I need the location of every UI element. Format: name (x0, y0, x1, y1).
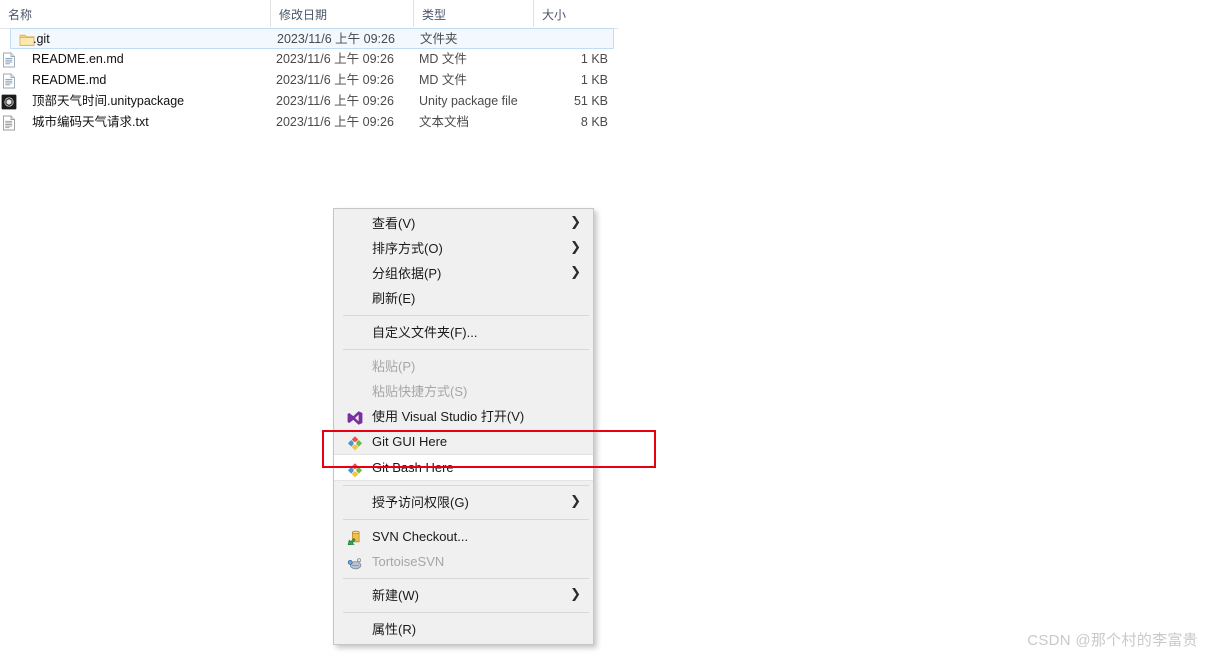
file-type-cell: Unity package file (419, 94, 518, 108)
file-size-cell (528, 29, 609, 50)
menu-item-label: 粘贴(P) (372, 359, 416, 374)
menu-item-label: 自定义文件夹(F)... (372, 325, 478, 340)
menu-item-v[interactable]: 查看(V) ❯ (334, 211, 593, 236)
menu-item-e[interactable]: 刷新(E) (334, 286, 593, 311)
menu-item-label: 授予访问权限(G) (372, 495, 469, 510)
column-header-type-label: 类型 (422, 8, 447, 22)
column-header-size-label: 大小 (542, 8, 567, 22)
column-header-type[interactable]: 类型 (413, 0, 533, 27)
menu-item-label: 使用 Visual Studio 打开(V) (372, 409, 525, 424)
file-row[interactable]: 城市编码天气请求.txt 2023/11/6 上午 09:26 文本文档 8 KB (0, 112, 618, 133)
menu-item-visual-studio-v[interactable]: 使用 Visual Studio 打开(V) (334, 404, 593, 429)
menu-item-f[interactable]: 自定义文件夹(F)... (334, 320, 593, 345)
file-row[interactable]: README.en.md 2023/11/6 上午 09:26 MD 文件 1 KB (0, 49, 618, 70)
visual-studio-icon (347, 409, 363, 425)
column-header-size[interactable]: 大小 (533, 0, 618, 27)
file-name-cell: .git (33, 32, 50, 46)
menu-item-tortoisesvn: TortoiseSVN (334, 549, 593, 574)
file-date-cell: 2023/11/6 上午 09:26 (276, 94, 394, 108)
file-date-cell: 2023/11/6 上午 09:26 (276, 73, 394, 87)
chevron-right-icon: ❯ (570, 240, 581, 255)
menu-item-label: 排序方式(O) (372, 241, 443, 256)
column-header-name[interactable]: 名称 ^ (0, 0, 270, 27)
menu-separator (343, 485, 589, 486)
file-type-cell: 文本文档 (419, 115, 470, 129)
menu-item-label: 新建(W) (372, 588, 419, 603)
menu-item-label: Git Bash Here (372, 460, 454, 475)
sort-ascending-icon: ^ (140, 0, 152, 9)
svn-checkout-icon (347, 529, 363, 545)
menu-item-g[interactable]: 授予访问权限(G) ❯ (334, 490, 593, 515)
column-header-date[interactable]: 修改日期 (270, 0, 413, 27)
file-size-cell: 8 KB (580, 115, 608, 129)
menu-item-label: SVN Checkout... (372, 529, 469, 544)
menu-separator (343, 349, 589, 350)
file-size-cell: 1 KB (580, 73, 608, 87)
folder-context-menu[interactable]: 查看(V) ❯ 排序方式(O) ❯ 分组依据(P) ❯ 刷新(E) 自定义文件夹(F)... 粘… (333, 208, 594, 645)
menu-separator (343, 578, 589, 579)
chevron-right-icon: ❯ (570, 494, 581, 509)
menu-item-label: TortoiseSVN (372, 554, 445, 569)
menu-item-r[interactable]: 属性(R) (334, 617, 593, 642)
menu-item-p: 粘贴(P) (334, 354, 593, 379)
git-icon (347, 461, 363, 478)
file-date-cell: 2023/11/6 上午 09:26 (276, 115, 394, 129)
menu-item-label: 查看(V) (372, 216, 416, 231)
watermark-text: CSDN @那个村的李富贵 (1027, 632, 1198, 649)
file-date-cell: 2023/11/6 上午 09:26 (276, 52, 394, 66)
chevron-right-icon: ❯ (570, 215, 581, 230)
tortoise-svn-icon (347, 554, 363, 570)
file-name-cell: 顶部天气时间.unitypackage (32, 94, 185, 108)
menu-separator (343, 612, 589, 613)
chevron-right-icon: ❯ (570, 265, 581, 280)
file-name-cell: 城市编码天气请求.txt (32, 115, 149, 129)
menu-item-label: 属性(R) (372, 622, 417, 637)
column-header-date-label: 修改日期 (279, 8, 328, 22)
file-type-cell: 文件夹 (420, 32, 458, 46)
menu-item-o[interactable]: 排序方式(O) ❯ (334, 236, 593, 261)
git-icon (347, 434, 363, 451)
file-list-header: 名称 ^ 修改日期 类型 大小 (0, 0, 618, 29)
menu-item-label: Git GUI Here (372, 434, 448, 449)
file-size-cell: 51 KB (573, 94, 608, 108)
chevron-right-icon: ❯ (570, 587, 581, 602)
file-name-cell: README.md (32, 73, 107, 87)
menu-separator (343, 519, 589, 520)
menu-item-s: 粘贴快捷方式(S) (334, 379, 593, 404)
menu-item-git-gui-here[interactable]: Git GUI Here (334, 429, 593, 454)
file-size-cell: 1 KB (580, 52, 608, 66)
column-header-name-label: 名称 (8, 8, 33, 22)
menu-item-label: 刷新(E) (372, 291, 416, 306)
menu-item-label: 分组依据(P) (372, 266, 442, 281)
menu-separator (343, 315, 589, 316)
file-type-cell: MD 文件 (419, 52, 467, 66)
menu-item-label: 粘贴快捷方式(S) (372, 384, 468, 399)
file-list-body: .git 2023/11/6 上午 09:26 文件夹 README.en.md 202… (0, 28, 618, 133)
menu-item-svn-checkout[interactable]: SVN Checkout... (334, 524, 593, 549)
file-date-cell: 2023/11/6 上午 09:26 (277, 32, 395, 46)
file-row[interactable]: .git 2023/11/6 上午 09:26 文件夹 (10, 28, 614, 49)
file-row[interactable]: README.md 2023/11/6 上午 09:26 MD 文件 1 KB (0, 70, 618, 91)
menu-item-w[interactable]: 新建(W) ❯ (334, 583, 593, 608)
file-row[interactable]: 顶部天气时间.unitypackage 2023/11/6 上午 09:26 Uni… (0, 91, 618, 112)
menu-item-p[interactable]: 分组依据(P) ❯ (334, 261, 593, 286)
menu-item-git-bash-here[interactable]: Git Bash Here (334, 454, 593, 481)
file-type-cell: MD 文件 (419, 73, 467, 87)
file-name-cell: README.en.md (32, 52, 124, 66)
file-list-pane: 名称 ^ 修改日期 类型 大小 .git 2023/11/6 上午 09:26 文件… (0, 0, 618, 142)
